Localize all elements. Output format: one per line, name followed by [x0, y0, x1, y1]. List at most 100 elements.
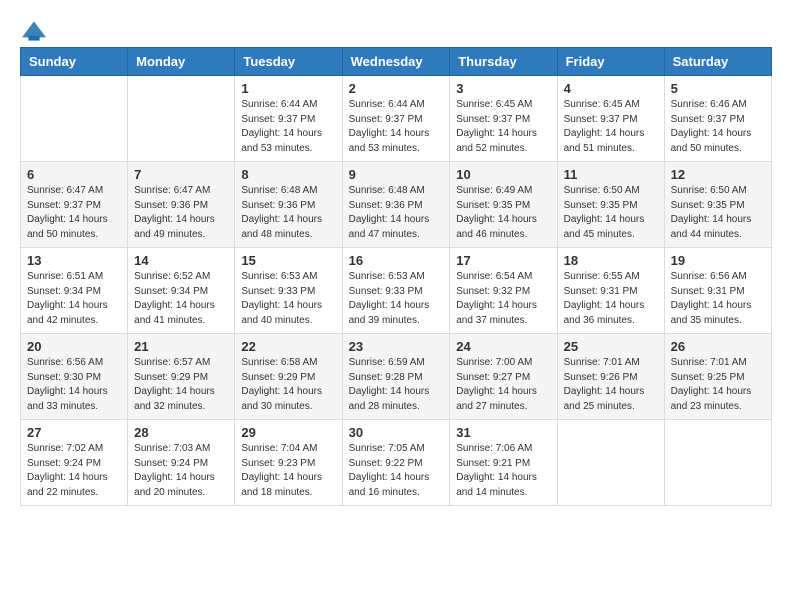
- day-info: Sunrise: 6:58 AM Sunset: 9:29 PM Dayligh…: [241, 356, 335, 414]
- calendar-cell: 26Sunrise: 7:01 AM Sunset: 9:25 PM Dayli…: [664, 334, 771, 420]
- calendar-cell: 18Sunrise: 6:55 AM Sunset: 9:31 PM Dayli…: [557, 248, 664, 334]
- calendar-cell: 21Sunrise: 6:57 AM Sunset: 9:29 PM Dayli…: [128, 334, 235, 420]
- day-info: Sunrise: 6:46 AM Sunset: 9:37 PM Dayligh…: [671, 98, 765, 156]
- day-info: Sunrise: 6:56 AM Sunset: 9:31 PM Dayligh…: [671, 270, 765, 328]
- day-info: Sunrise: 7:02 AM Sunset: 9:24 PM Dayligh…: [27, 442, 121, 500]
- calendar-header-row: SundayMondayTuesdayWednesdayThursdayFrid…: [21, 48, 772, 76]
- day-number: 4: [564, 81, 658, 96]
- calendar-cell: 31 Sunrise: 7:06 AM Sunset: 9:21 PM Dayli…: [450, 420, 557, 506]
- day-info: Sunrise: 6:55 AM Sunset: 9:31 PM Dayligh…: [564, 270, 658, 328]
- calendar-cell: 8 Sunrise: 6:48 AM Sunset: 9:36 PM Daylig…: [235, 162, 342, 248]
- day-number: 21: [134, 339, 228, 354]
- calendar-cell: 30 Sunrise: 7:05 AM Sunset: 9:22 PM Dayli…: [342, 420, 450, 506]
- calendar-week-row: 6 Sunrise: 6:47 AM Sunset: 9:37 PM Daylig…: [21, 162, 772, 248]
- day-number: 16: [349, 253, 444, 268]
- day-number: 9: [349, 167, 444, 182]
- day-number: 19: [671, 253, 765, 268]
- calendar-cell: [21, 76, 128, 162]
- calendar-cell: [664, 420, 771, 506]
- day-number: 14: [134, 253, 228, 268]
- calendar-cell: 9Sunrise: 6:48 AM Sunset: 9:36 PM Daylig…: [342, 162, 450, 248]
- day-info: Sunrise: 7:00 AM Sunset: 9:27 PM Dayligh…: [456, 356, 550, 414]
- calendar-cell: 29 Sunrise: 7:04 AM Sunset: 9:23 PM Dayli…: [235, 420, 342, 506]
- day-number: 26: [671, 339, 765, 354]
- day-info: Sunrise: 6:45 AM Sunset: 9:37 PM Dayligh…: [564, 98, 658, 156]
- day-info: Sunrise: 6:44 AM Sunset: 9:37 PM Dayligh…: [349, 98, 444, 156]
- day-number: 12: [671, 167, 765, 182]
- day-number: 6: [27, 167, 121, 182]
- page-header: [20, 20, 772, 41]
- calendar-cell: 3 Sunrise: 6:45 AM Sunset: 9:37 PM Daylig…: [450, 76, 557, 162]
- day-number: 22: [241, 339, 335, 354]
- day-of-week-header: Friday: [557, 48, 664, 76]
- day-of-week-header: Wednesday: [342, 48, 450, 76]
- day-number: 3: [456, 81, 550, 96]
- calendar-cell: 11Sunrise: 6:50 AM Sunset: 9:35 PM Dayli…: [557, 162, 664, 248]
- day-info: Sunrise: 7:05 AM Sunset: 9:22 PM Dayligh…: [349, 442, 444, 500]
- calendar-cell: 5 Sunrise: 6:46 AM Sunset: 9:37 PM Daylig…: [664, 76, 771, 162]
- calendar-cell: 16 Sunrise: 6:53 AM Sunset: 9:33 PM Dayli…: [342, 248, 450, 334]
- day-number: 24: [456, 339, 550, 354]
- day-info: Sunrise: 7:04 AM Sunset: 9:23 PM Dayligh…: [241, 442, 335, 500]
- day-info: Sunrise: 6:47 AM Sunset: 9:37 PM Dayligh…: [27, 184, 121, 242]
- day-number: 31: [456, 425, 550, 440]
- day-number: 17: [456, 253, 550, 268]
- day-of-week-header: Thursday: [450, 48, 557, 76]
- calendar-week-row: 20 Sunrise: 6:56 AM Sunset: 9:30 PM Dayli…: [21, 334, 772, 420]
- calendar-cell: 25 Sunrise: 7:01 AM Sunset: 9:26 PM Dayli…: [557, 334, 664, 420]
- day-info: Sunrise: 6:50 AM Sunset: 9:35 PM Dayligh…: [564, 184, 658, 242]
- calendar-week-row: 1 Sunrise: 6:44 AM Sunset: 9:37 PM Daylig…: [21, 76, 772, 162]
- calendar-cell: 14Sunrise: 6:52 AM Sunset: 9:34 PM Dayli…: [128, 248, 235, 334]
- calendar-week-row: 13Sunrise: 6:51 AM Sunset: 9:34 PM Dayli…: [21, 248, 772, 334]
- calendar-cell: 6 Sunrise: 6:47 AM Sunset: 9:37 PM Daylig…: [21, 162, 128, 248]
- day-of-week-header: Sunday: [21, 48, 128, 76]
- calendar-cell: [557, 420, 664, 506]
- day-info: Sunrise: 6:45 AM Sunset: 9:37 PM Dayligh…: [456, 98, 550, 156]
- day-info: Sunrise: 6:56 AM Sunset: 9:30 PM Dayligh…: [27, 356, 121, 414]
- calendar-table: SundayMondayTuesdayWednesdayThursdayFrid…: [20, 47, 772, 506]
- calendar-cell: 23 Sunrise: 6:59 AM Sunset: 9:28 PM Dayli…: [342, 334, 450, 420]
- day-of-week-header: Tuesday: [235, 48, 342, 76]
- calendar-cell: 13Sunrise: 6:51 AM Sunset: 9:34 PM Dayli…: [21, 248, 128, 334]
- calendar-cell: 20 Sunrise: 6:56 AM Sunset: 9:30 PM Dayli…: [21, 334, 128, 420]
- day-info: Sunrise: 7:03 AM Sunset: 9:24 PM Dayligh…: [134, 442, 228, 500]
- day-info: Sunrise: 6:59 AM Sunset: 9:28 PM Dayligh…: [349, 356, 444, 414]
- logo: [20, 20, 46, 41]
- calendar-cell: 15Sunrise: 6:53 AM Sunset: 9:33 PM Dayli…: [235, 248, 342, 334]
- calendar-cell: 22 Sunrise: 6:58 AM Sunset: 9:29 PM Dayli…: [235, 334, 342, 420]
- calendar-cell: 24 Sunrise: 7:00 AM Sunset: 9:27 PM Dayli…: [450, 334, 557, 420]
- calendar-cell: 27 Sunrise: 7:02 AM Sunset: 9:24 PM Dayli…: [21, 420, 128, 506]
- day-info: Sunrise: 7:01 AM Sunset: 9:26 PM Dayligh…: [564, 356, 658, 414]
- calendar-cell: [128, 76, 235, 162]
- calendar-cell: 12 Sunrise: 6:50 AM Sunset: 9:35 PM Dayli…: [664, 162, 771, 248]
- day-info: Sunrise: 6:48 AM Sunset: 9:36 PM Dayligh…: [241, 184, 335, 242]
- day-number: 20: [27, 339, 121, 354]
- day-info: Sunrise: 6:51 AM Sunset: 9:34 PM Dayligh…: [27, 270, 121, 328]
- day-of-week-header: Monday: [128, 48, 235, 76]
- calendar-cell: 10Sunrise: 6:49 AM Sunset: 9:35 PM Dayli…: [450, 162, 557, 248]
- calendar-cell: 4 Sunrise: 6:45 AM Sunset: 9:37 PM Daylig…: [557, 76, 664, 162]
- day-number: 25: [564, 339, 658, 354]
- calendar-cell: 2Sunrise: 6:44 AM Sunset: 9:37 PM Daylig…: [342, 76, 450, 162]
- calendar-cell: 28 Sunrise: 7:03 AM Sunset: 9:24 PM Dayli…: [128, 420, 235, 506]
- day-number: 29: [241, 425, 335, 440]
- calendar-week-row: 27 Sunrise: 7:02 AM Sunset: 9:24 PM Dayli…: [21, 420, 772, 506]
- day-info: Sunrise: 6:47 AM Sunset: 9:36 PM Dayligh…: [134, 184, 228, 242]
- day-number: 28: [134, 425, 228, 440]
- day-number: 23: [349, 339, 444, 354]
- day-number: 8: [241, 167, 335, 182]
- logo-icon: [22, 21, 46, 41]
- calendar-cell: 19 Sunrise: 6:56 AM Sunset: 9:31 PM Dayli…: [664, 248, 771, 334]
- day-info: Sunrise: 6:54 AM Sunset: 9:32 PM Dayligh…: [456, 270, 550, 328]
- day-number: 5: [671, 81, 765, 96]
- day-number: 30: [349, 425, 444, 440]
- calendar-cell: 7Sunrise: 6:47 AM Sunset: 9:36 PM Daylig…: [128, 162, 235, 248]
- day-number: 27: [27, 425, 121, 440]
- day-info: Sunrise: 6:53 AM Sunset: 9:33 PM Dayligh…: [241, 270, 335, 328]
- calendar-cell: 17 Sunrise: 6:54 AM Sunset: 9:32 PM Dayli…: [450, 248, 557, 334]
- day-info: Sunrise: 7:06 AM Sunset: 9:21 PM Dayligh…: [456, 442, 550, 500]
- day-info: Sunrise: 6:44 AM Sunset: 9:37 PM Dayligh…: [241, 98, 335, 156]
- day-number: 1: [241, 81, 335, 96]
- day-info: Sunrise: 6:50 AM Sunset: 9:35 PM Dayligh…: [671, 184, 765, 242]
- day-info: Sunrise: 6:53 AM Sunset: 9:33 PM Dayligh…: [349, 270, 444, 328]
